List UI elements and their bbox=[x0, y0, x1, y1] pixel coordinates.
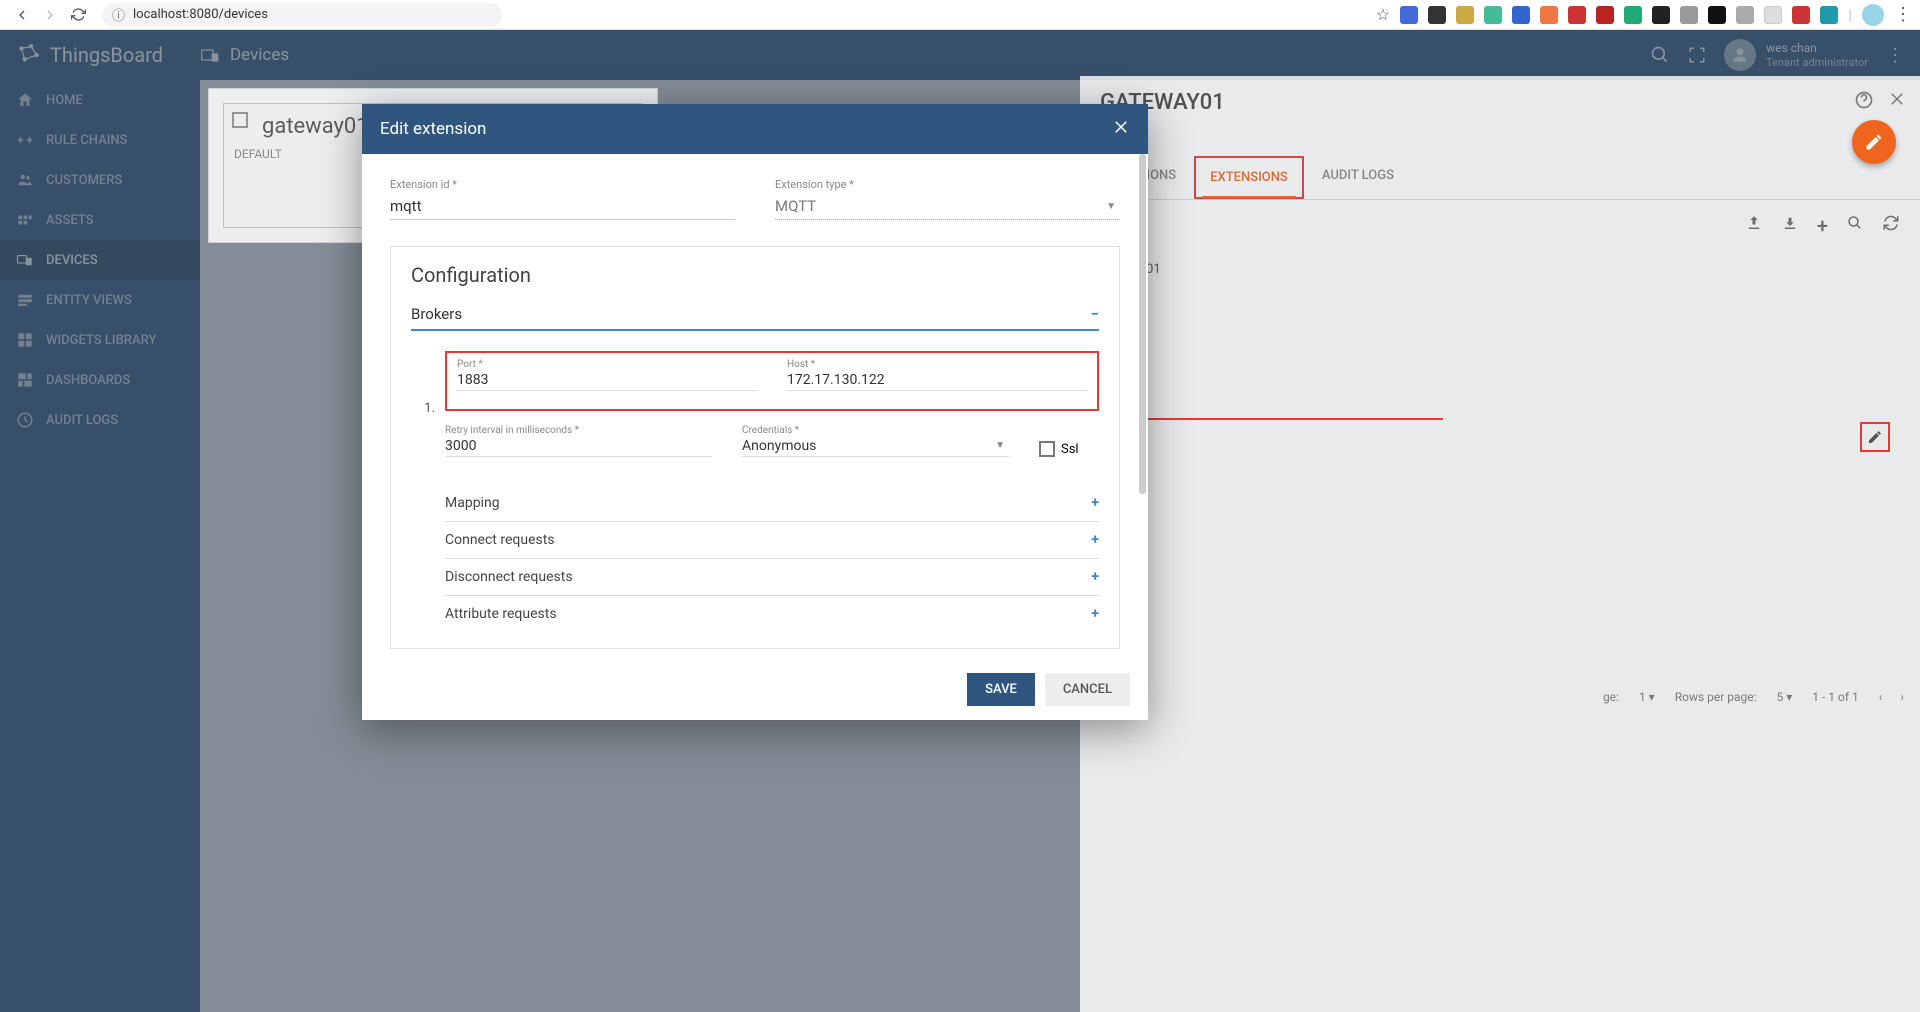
ext-icon[interactable] bbox=[1764, 6, 1782, 24]
forward-button[interactable] bbox=[36, 1, 64, 29]
fab-edit[interactable] bbox=[1852, 120, 1896, 164]
extension-id-input[interactable] bbox=[390, 193, 735, 220]
mapping-section[interactable]: Mapping + bbox=[445, 485, 1099, 522]
browser-toolbar: ⓘ localhost:8080/devices ☆ | ⋮ bbox=[0, 0, 1920, 30]
ext-icon[interactable] bbox=[1792, 6, 1810, 24]
detail-panel: GATEWAY01 RELATIONS EXTENSIONS AUDIT LOG… bbox=[1080, 76, 1920, 1012]
edit-extension-dialog: Edit extension Extension id * Extension … bbox=[362, 104, 1148, 720]
ext-icon[interactable] bbox=[1428, 6, 1446, 24]
host-field[interactable]: Host * 172.17.130.122 bbox=[787, 359, 1087, 391]
ext-icon[interactable] bbox=[1400, 6, 1418, 24]
scrollbar[interactable] bbox=[1138, 154, 1146, 659]
save-button[interactable]: SAVE bbox=[967, 673, 1035, 706]
next-page[interactable]: › bbox=[1900, 690, 1904, 704]
close-icon[interactable] bbox=[1112, 118, 1130, 141]
ext-icon[interactable] bbox=[1624, 6, 1642, 24]
retry-input[interactable]: 3000 bbox=[445, 436, 712, 457]
refresh-icon[interactable] bbox=[1882, 214, 1900, 232]
extension-id-field[interactable]: Extension id * bbox=[390, 178, 735, 220]
chevron-down-icon: ▼ bbox=[1106, 201, 1116, 212]
credentials-field[interactable]: Credentials * Anonymous ▼ bbox=[742, 425, 1009, 457]
table-row[interactable]: 7 15:14:01 bbox=[1080, 252, 1920, 287]
ext-icon[interactable] bbox=[1456, 6, 1474, 24]
port-field[interactable]: Port * 1883 bbox=[457, 359, 757, 391]
field-label: Extension id * bbox=[390, 178, 735, 191]
ext-icon[interactable] bbox=[1568, 6, 1586, 24]
panel-title: GATEWAY01 bbox=[1100, 90, 1900, 115]
panel-toolbar: + bbox=[1080, 200, 1920, 252]
extension-type-field[interactable]: Extension type * MQTT ▼ bbox=[775, 178, 1120, 220]
ext-icon[interactable] bbox=[1708, 6, 1726, 24]
host-input[interactable]: 172.17.130.122 bbox=[787, 370, 1087, 391]
url-text: localhost:8080/devices bbox=[133, 7, 268, 22]
close-icon[interactable] bbox=[1888, 90, 1906, 108]
extension-icons: ☆ | ⋮ bbox=[1376, 4, 1912, 26]
add-icon[interactable]: + bbox=[1817, 214, 1828, 238]
credentials-select[interactable]: Anonymous bbox=[742, 436, 1009, 457]
modal-header: Edit extension bbox=[362, 104, 1148, 154]
configuration-card: Configuration Brokers − 1. Port * 1883 bbox=[390, 246, 1120, 649]
brokers-section[interactable]: Brokers − bbox=[411, 305, 1099, 331]
tab-audit-logs[interactable]: AUDIT LOGS bbox=[1308, 156, 1408, 199]
tab-extensions[interactable]: EXTENSIONS bbox=[1194, 156, 1304, 199]
retry-field[interactable]: Retry interval in milliseconds * 3000 bbox=[445, 425, 712, 457]
highlight-box: Port * 1883 Host * 172.17.130.122 bbox=[445, 351, 1099, 411]
collapse-icon[interactable]: − bbox=[1091, 305, 1099, 323]
modal-body: Extension id * Extension type * MQTT ▼ C… bbox=[362, 154, 1148, 659]
help-icon[interactable] bbox=[1854, 90, 1874, 110]
broker-item: 1. Port * 1883 Host * 172.17.130.122 bbox=[411, 351, 1099, 632]
upload-icon[interactable] bbox=[1745, 214, 1763, 232]
ssl-checkbox[interactable]: Ssl bbox=[1039, 441, 1099, 457]
add-icon[interactable]: + bbox=[1091, 606, 1099, 622]
connect-requests-section[interactable]: Connect requests + bbox=[445, 522, 1099, 559]
ext-icon[interactable] bbox=[1680, 6, 1698, 24]
modal-title: Edit extension bbox=[380, 119, 486, 139]
tabs: RELATIONS EXTENSIONS AUDIT LOGS bbox=[1080, 156, 1920, 200]
edit-row-button[interactable] bbox=[1860, 422, 1890, 452]
checkbox[interactable] bbox=[232, 112, 248, 128]
chevron-down-icon: ▼ bbox=[995, 440, 1005, 451]
checkbox[interactable] bbox=[1039, 441, 1055, 457]
pagination: ge: 1 ▾ Rows per page: 5 ▾ 1 - 1 of 1 ‹ … bbox=[1603, 690, 1904, 704]
star-icon[interactable]: ☆ bbox=[1376, 5, 1390, 24]
ext-icon[interactable] bbox=[1652, 6, 1670, 24]
ext-icon[interactable] bbox=[1736, 6, 1754, 24]
cancel-button[interactable]: CANCEL bbox=[1045, 673, 1130, 706]
url-bar[interactable]: ⓘ localhost:8080/devices bbox=[102, 3, 502, 27]
reload-button[interactable] bbox=[64, 1, 92, 29]
extension-type-select[interactable]: MQTT bbox=[775, 193, 1120, 220]
attribute-requests-section[interactable]: Attribute requests + bbox=[445, 596, 1099, 632]
modal-footer: SAVE CANCEL bbox=[362, 659, 1148, 720]
page-range: 1 - 1 of 1 bbox=[1812, 690, 1858, 704]
profile-icon[interactable] bbox=[1862, 4, 1884, 26]
download-icon[interactable] bbox=[1781, 214, 1799, 232]
menu-icon[interactable]: ⋮ bbox=[1894, 4, 1912, 25]
config-title: Configuration bbox=[411, 263, 1099, 287]
add-icon[interactable]: + bbox=[1091, 532, 1099, 548]
back-button[interactable] bbox=[8, 1, 36, 29]
ext-icon[interactable] bbox=[1596, 6, 1614, 24]
broker-index: 1. bbox=[411, 401, 435, 632]
ext-icon[interactable] bbox=[1484, 6, 1502, 24]
search-icon[interactable] bbox=[1846, 214, 1864, 232]
disconnect-requests-section[interactable]: Disconnect requests + bbox=[445, 559, 1099, 596]
port-input[interactable]: 1883 bbox=[457, 370, 757, 391]
add-icon[interactable]: + bbox=[1091, 569, 1099, 585]
rows-select[interactable]: 5 ▾ bbox=[1777, 690, 1793, 704]
field-label: Extension type * bbox=[775, 178, 1120, 191]
info-icon: ⓘ bbox=[112, 5, 125, 24]
ext-icon[interactable] bbox=[1512, 6, 1530, 24]
page-select[interactable]: 1 ▾ bbox=[1639, 690, 1655, 704]
prev-page[interactable]: ‹ bbox=[1879, 690, 1883, 704]
ext-icon[interactable] bbox=[1540, 6, 1558, 24]
add-icon[interactable]: + bbox=[1091, 495, 1099, 511]
ext-icon[interactable] bbox=[1820, 6, 1838, 24]
